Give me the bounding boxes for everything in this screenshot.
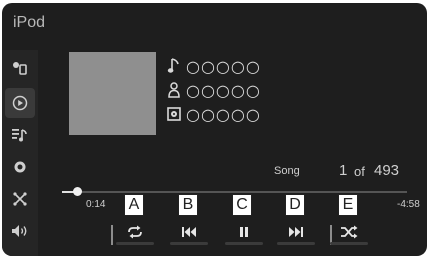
source-button[interactable] [5, 52, 35, 82]
artist-name: ○○○○○ [186, 80, 261, 100]
previous-track-icon [182, 227, 196, 237]
volume-icon [12, 225, 27, 237]
repeat-button[interactable] [112, 217, 158, 247]
elapsed-time: 0:14 [86, 199, 106, 210]
playlist-button[interactable] [5, 120, 35, 150]
album-row: ○○○○○ [166, 104, 261, 124]
callout-d: D [285, 194, 305, 216]
artist-row: ○○○○○ [166, 80, 261, 100]
shuffle-mode-icon [13, 192, 27, 206]
next-track-icon [289, 227, 303, 237]
seek-handle[interactable] [73, 187, 83, 196]
now-playing-button[interactable] [5, 88, 35, 118]
album-icon [166, 105, 182, 123]
callout-a: A [124, 194, 144, 216]
callout-c: C [232, 194, 252, 216]
previous-track-button[interactable] [166, 217, 212, 247]
volume-button[interactable] [5, 216, 35, 246]
shuffle-mode-button[interactable] [5, 184, 35, 214]
album-name: ○○○○○ [186, 104, 261, 124]
callout-b: B [178, 194, 198, 216]
callout-e: E [338, 194, 358, 216]
song-of-label: of [354, 164, 365, 179]
album-art [69, 52, 156, 135]
repeat-icon [128, 225, 142, 239]
song-index: 1 [339, 162, 348, 179]
song-counter-label: Song [274, 165, 300, 177]
now-playing-icon [12, 95, 28, 111]
source-title: iPod [13, 14, 46, 31]
shuffle-icon [341, 225, 358, 239]
sidebar [2, 50, 38, 256]
seek-bar[interactable] [62, 191, 407, 193]
pause-button[interactable] [221, 217, 267, 247]
song-total: 493 [374, 162, 400, 179]
playlist-icon [12, 129, 27, 142]
pause-icon [240, 227, 248, 237]
ipod-screen: iPod ○○○○○ ○○○○○ ○○○○○ Song 1 of 493 0:1… [2, 3, 427, 256]
source-icon [13, 62, 27, 75]
shuffle-button[interactable] [326, 217, 372, 247]
remaining-time: -4:58 [397, 199, 420, 210]
artist-icon [166, 81, 182, 99]
settings-icon [14, 161, 26, 173]
settings-button[interactable] [5, 152, 35, 182]
next-track-button[interactable] [273, 217, 319, 247]
track-title-row: ○○○○○ [166, 56, 261, 76]
track-title: ○○○○○ [186, 56, 261, 76]
music-note-icon [166, 57, 182, 75]
